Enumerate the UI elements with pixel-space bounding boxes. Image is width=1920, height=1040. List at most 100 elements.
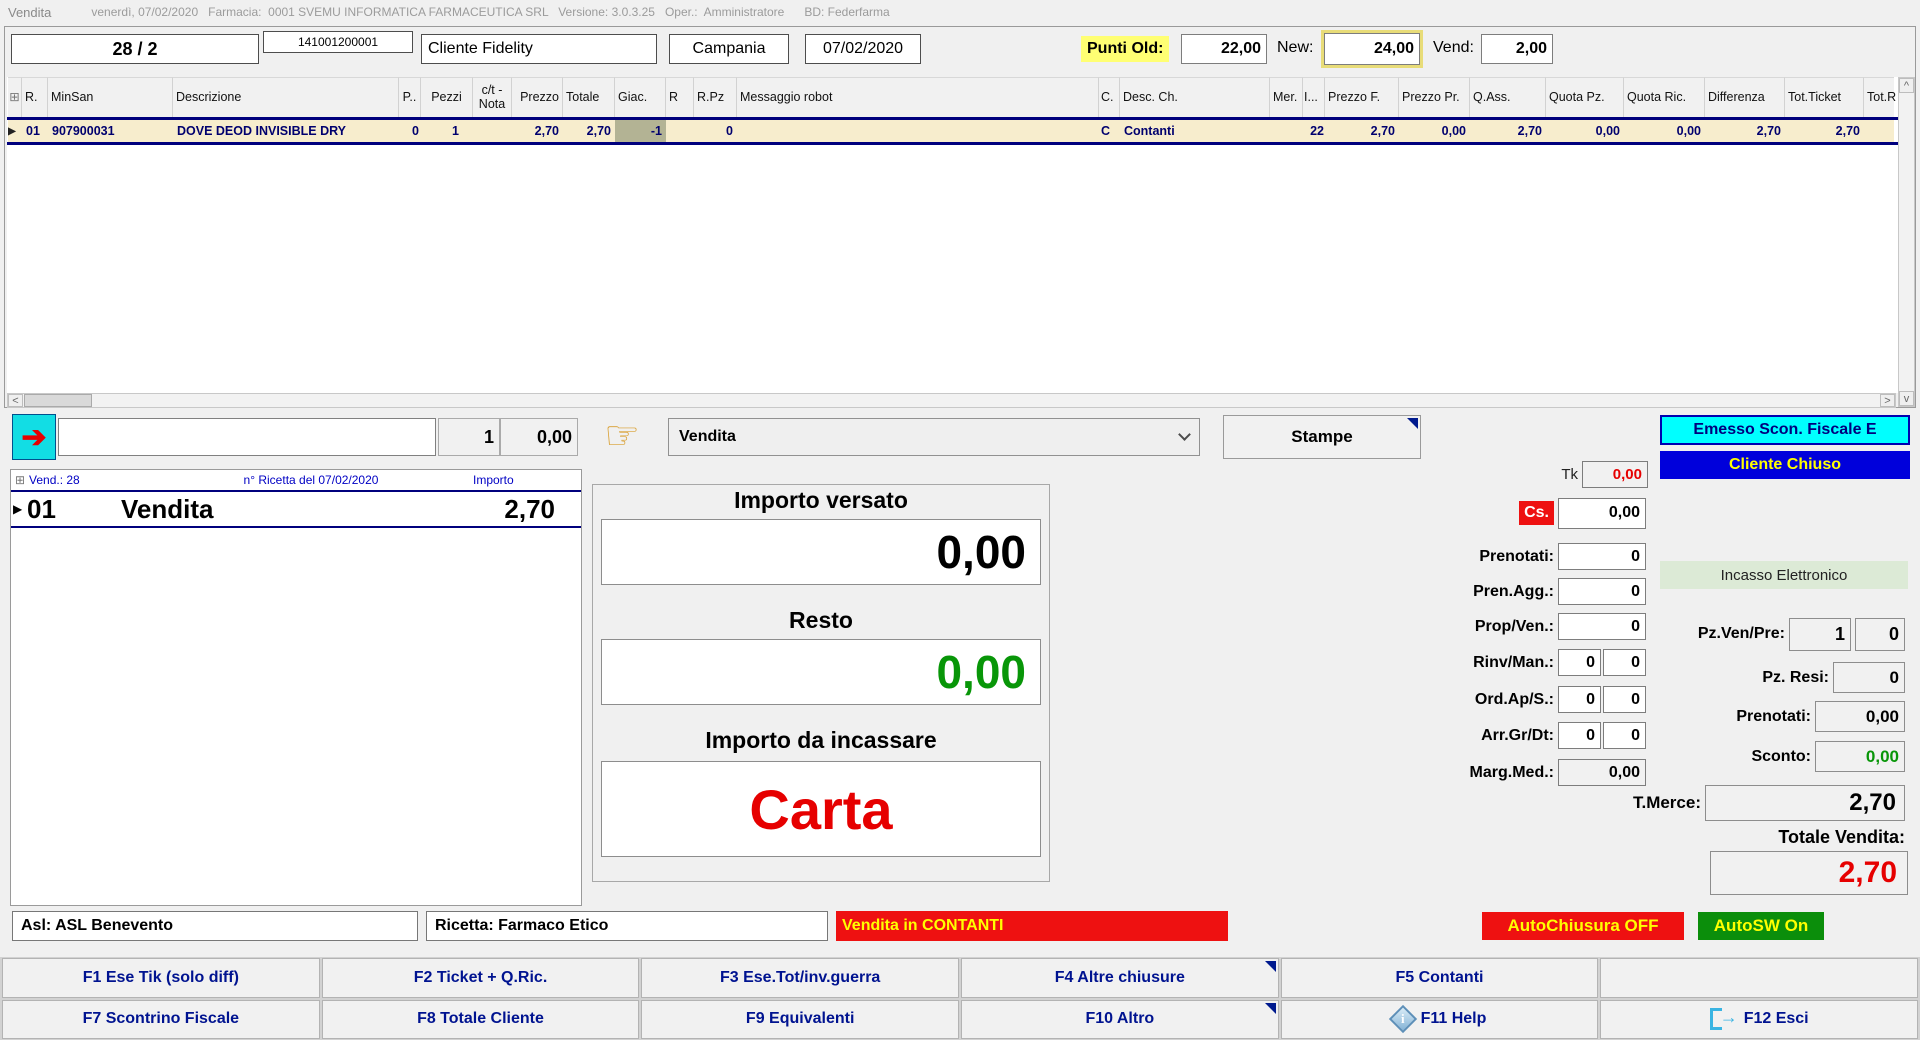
prenotati-field[interactable]: 0 (1558, 543, 1646, 570)
grid-expand-all-icon[interactable]: ⊞ (8, 77, 22, 117)
scroll-up-icon[interactable]: ^ (1899, 78, 1914, 93)
f12-button[interactable]: > → F12 Esci (1600, 999, 1918, 1039)
f11-button[interactable]: i F11 Help (1280, 999, 1599, 1039)
f8-button[interactable]: F8 Totale Cliente (321, 999, 640, 1039)
sale-type-dropdown[interactable]: Vendita (668, 418, 1200, 456)
receipt-expand-icon[interactable]: ⊞ (11, 473, 29, 487)
punti-old-field[interactable]: 22,00 (1181, 34, 1267, 64)
receipt-row[interactable]: ▶ 01 Vendita 2,70 (11, 492, 581, 526)
punti-new-field[interactable]: 24,00 (1324, 33, 1420, 65)
grid-col-ct-nota[interactable]: c/t - Nota (473, 77, 512, 117)
scroll-left-icon[interactable]: < (8, 394, 23, 407)
stampe-button[interactable]: Stampe (1223, 415, 1421, 459)
receipt-row-amount: 2,70 (504, 493, 555, 524)
grid-col-p[interactable]: P.. (399, 77, 421, 117)
titlebar: Vendita venerdì, 07/02/2020 Farmacia: 00… (0, 0, 1920, 24)
grid-col-c[interactable]: C. (1099, 77, 1120, 117)
totale-vendita-field: 2,70 (1710, 851, 1908, 895)
resto-field: 0,00 (601, 639, 1041, 705)
grid-hscrollbar[interactable]: < > (7, 393, 1896, 408)
f2-button[interactable]: F2 Ticket + Q.Ric. (321, 958, 640, 998)
cs-row: Cs. 0,00 (1350, 497, 1646, 529)
arr-gr-field[interactable]: 0 (1558, 722, 1601, 749)
pz-ven-field: 1 (1789, 617, 1851, 651)
sconto-label: Sconto: (1751, 747, 1811, 765)
pz-pre-field: 0 (1855, 617, 1905, 651)
f11-label: F11 Help (1420, 1010, 1487, 1028)
grid-col-differenza[interactable]: Differenza (1705, 77, 1785, 117)
autochiusura-toggle[interactable]: AutoChiusura OFF (1482, 912, 1684, 940)
hscroll-thumb[interactable] (24, 394, 92, 407)
scroll-right-icon[interactable]: > (1880, 394, 1895, 407)
cell-pezzi: 1 (452, 124, 459, 138)
receipt-ricetta-label: n° Ricetta del 07/02/2020 (243, 473, 379, 487)
grid-col-giac[interactable]: Giac. (615, 77, 666, 117)
importo-versato-field[interactable]: 0,00 (601, 519, 1041, 585)
pz-resi-label: Pz. Resi: (1762, 668, 1829, 686)
grid-col-messaggio[interactable]: Messaggio robot (737, 77, 1099, 117)
cell-desc-ch: Contanti (1124, 124, 1175, 138)
f5-button[interactable]: F5 Contanti (1280, 958, 1599, 998)
dropdown-value: Vendita (679, 428, 736, 445)
grid-col-pezzi[interactable]: Pezzi (421, 77, 473, 117)
grid-data-row[interactable]: ▶ 01 907900031 DOVE DEOD INVISIBLE DRY 0… (8, 120, 1894, 142)
cell-giac: -1 (615, 120, 666, 142)
grid-col-quota-ric[interactable]: Quota Ric. (1624, 77, 1705, 117)
enter-item-button[interactable]: ➔ (12, 414, 56, 460)
grid-col-totale[interactable]: Totale (563, 77, 615, 117)
grid-vscrollbar[interactable]: ^ v (1898, 77, 1915, 407)
hand-pointer-icon[interactable]: ☞ (596, 412, 648, 460)
cell-quota-pz: 0,00 (1595, 124, 1620, 138)
receipt-header: ⊞ Vend.: 28 n° Ricetta del 07/02/2020 Im… (11, 470, 581, 490)
grid-col-r[interactable]: R. (22, 77, 48, 117)
cell-tot-ticket: 2,70 (1835, 124, 1860, 138)
punti-new-label: New: (1277, 39, 1314, 56)
prenotati-right-row: Prenotati: 0,00 (1620, 701, 1905, 732)
grid-col-minsan[interactable]: MinSan (48, 77, 173, 117)
grid-col-quota-pz[interactable]: Quota Pz. (1546, 77, 1624, 117)
cell-descrizione: DOVE DEOD INVISIBLE DRY (177, 124, 347, 138)
grid-col-desc-ch[interactable]: Desc. Ch. (1120, 77, 1270, 117)
ord-ap-field[interactable]: 0 (1558, 686, 1601, 713)
cs-field[interactable]: 0,00 (1558, 497, 1646, 529)
f7-button[interactable]: F7 Scontrino Fiscale (2, 999, 320, 1039)
asl-box: Asl: ASL Benevento (12, 911, 418, 941)
f9-button[interactable]: F9 Equivalenti (641, 999, 959, 1039)
f4-button[interactable]: F4 Altre chiusure (960, 958, 1279, 998)
cell-c: C (1101, 124, 1111, 138)
receipt-row-divider (11, 526, 581, 528)
red-arrow-icon: ➔ (21, 420, 47, 454)
importo-da-incassare-label: Importo da incassare (705, 727, 937, 753)
prenotati-row: Prenotati: 0 (1350, 543, 1646, 570)
scroll-down-icon[interactable]: v (1899, 391, 1914, 406)
grid-col-tot-ticket[interactable]: Tot.Ticket (1785, 77, 1864, 117)
punti-vend-field[interactable]: 2,00 (1481, 34, 1553, 64)
grid-header-row: ⊞ R. MinSan Descrizione P.. Pezzi c/t - … (8, 77, 1896, 117)
grid-col-qass[interactable]: Q.Ass. (1470, 77, 1546, 117)
t-merce-label: T.Merce: (1632, 793, 1701, 812)
cell-prezzo-pr: 0,00 (1441, 124, 1466, 138)
grid-col-tot-r[interactable]: Tot.R (1864, 77, 1896, 117)
grid-col-r2[interactable]: R (666, 77, 694, 117)
grid-col-prezzo[interactable]: Prezzo (512, 77, 563, 117)
f10-button[interactable]: F10 Altro (960, 999, 1279, 1039)
grid-col-descrizione[interactable]: Descrizione (173, 77, 399, 117)
receipt-row-marker-icon: ▶ (13, 502, 23, 516)
grid-col-prezzo-pr[interactable]: Prezzo Pr. (1399, 77, 1470, 117)
rinv-field[interactable]: 0 (1558, 649, 1601, 676)
f3-button[interactable]: F3 Ese.Tot/inv.guerra (641, 958, 959, 998)
pren-agg-field[interactable]: 0 (1558, 578, 1646, 605)
grid-col-i[interactable]: I... (1303, 77, 1325, 117)
product-search-input[interactable] (58, 418, 436, 456)
autosw-toggle[interactable]: AutoSW On (1698, 912, 1824, 940)
marg-med-row: Marg.Med.: 0,00 (1350, 759, 1646, 786)
grid-col-mer[interactable]: Mer. (1270, 77, 1303, 117)
grid-col-prezzo-f[interactable]: Prezzo F. (1325, 77, 1399, 117)
sconto-field: 0,00 (1815, 741, 1905, 772)
totale-vendita-label: Totale Vendita: (1778, 827, 1905, 847)
grid-row-divider (7, 142, 1898, 145)
receipt-row-number: 01 (27, 493, 56, 524)
grid-col-rpz[interactable]: R.Pz (694, 77, 737, 117)
cell-mer (1270, 120, 1303, 142)
f1-button[interactable]: F1 Ese Tik (solo diff) (2, 958, 320, 998)
